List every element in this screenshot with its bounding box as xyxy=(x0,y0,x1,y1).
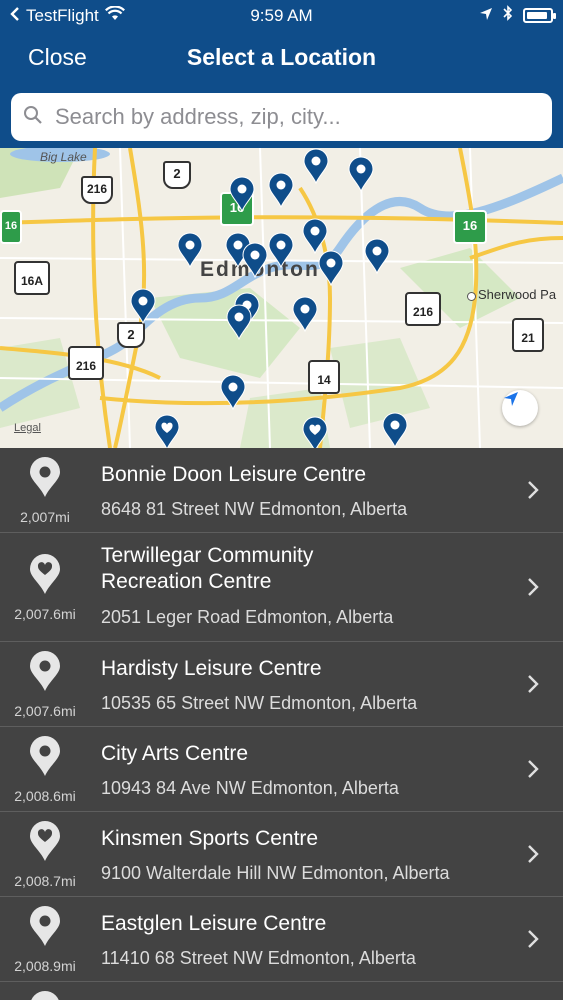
map-pin-icon[interactable] xyxy=(226,304,252,340)
search-bar[interactable] xyxy=(11,93,552,141)
map-pin-icon[interactable] xyxy=(364,238,390,274)
location-row[interactable]: 2,008.7mi Kinsmen Sports Centre 9100 Wal… xyxy=(0,812,563,897)
location-row[interactable]: 2,008.6mi City Arts Centre 10943 84 Ave … xyxy=(0,727,563,812)
highway-shield: 16 xyxy=(0,210,22,244)
map-pin-icon xyxy=(28,735,62,782)
location-address: 8648 81 Street NW Edmonton, Alberta xyxy=(101,499,408,519)
location-arrow-icon xyxy=(479,6,493,26)
highway-shield: 2 xyxy=(117,322,145,348)
location-name-line2: Recreation Centre xyxy=(101,570,272,593)
location-name: Kinsmen Sports Centre xyxy=(101,827,319,850)
location-address: 10943 84 Ave NW Edmonton, Alberta xyxy=(101,778,399,798)
location-name: Eastglen Leisure Centre xyxy=(101,912,327,935)
map-pin-icon[interactable] xyxy=(348,156,374,192)
heart-pin-icon xyxy=(28,553,62,600)
location-row[interactable]: 2,008.9mi Eastglen Leisure Centre 11410 … xyxy=(0,897,563,982)
chevron-right-icon xyxy=(527,577,539,602)
location-arrow-icon xyxy=(504,392,518,406)
battery-icon xyxy=(523,8,556,23)
map-heart-pin-icon[interactable] xyxy=(154,414,180,448)
location-row[interactable]: 2,007mi Bonnie Doon Leisure Centre 8648 … xyxy=(0,448,563,533)
highway-shield: 2 xyxy=(163,161,191,189)
map-pin-icon[interactable] xyxy=(318,250,344,286)
distance-label: 2,008.9mi xyxy=(14,957,76,974)
map-pin-icon[interactable] xyxy=(292,296,318,332)
location-name: City Arts Centre xyxy=(101,742,249,765)
map-view[interactable]: Big Lake Edmonton Sherwood Pa Legal 216 … xyxy=(0,148,563,448)
map-pin-icon[interactable] xyxy=(242,242,268,278)
location-row[interactable]: 2,007.6mi Hardisty Leisure Centre 10535 … xyxy=(0,642,563,727)
page-title: Select a Location xyxy=(186,44,377,70)
map-pin-icon xyxy=(28,650,62,697)
legal-link[interactable]: Legal xyxy=(14,422,41,434)
highway-shield: 216 xyxy=(81,176,113,204)
chevron-right-icon xyxy=(527,929,539,954)
map-heart-pin-icon[interactable] xyxy=(302,416,328,448)
chevron-right-icon xyxy=(527,844,539,869)
highway-shield: 16 xyxy=(453,210,487,244)
location-address: 9100 Walterdale Hill NW Edmonton, Albert… xyxy=(101,863,450,883)
map-label-big-lake: Big Lake xyxy=(40,150,87,164)
map-pin-icon[interactable] xyxy=(130,288,156,324)
location-name: Terwillegar Community Recreation Centre xyxy=(101,543,313,595)
distance-label: 2,008.6mi xyxy=(14,787,76,804)
distance-label: 2,008.7mi xyxy=(14,872,76,889)
chevron-right-icon xyxy=(527,759,539,784)
heart-pin-icon xyxy=(28,820,62,867)
search-input[interactable] xyxy=(53,103,527,131)
map-pin-icon[interactable] xyxy=(303,148,329,184)
map-pin-icon[interactable] xyxy=(229,176,255,212)
map-point-icon xyxy=(467,292,476,301)
chevron-right-icon xyxy=(527,480,539,505)
location-address: 11410 68 Street NW Edmonton, Alberta xyxy=(101,948,416,968)
distance-label: 2,007.6mi xyxy=(14,702,76,719)
distance-label: 2,007.6mi xyxy=(14,605,76,622)
map-pin-icon[interactable] xyxy=(302,218,328,254)
map-pin-icon[interactable] xyxy=(382,412,408,448)
map-pin-icon[interactable] xyxy=(220,374,246,410)
highway-shield: 21 xyxy=(512,318,544,352)
status-bar: TestFlight 9:59 AM xyxy=(0,0,563,30)
map-pin-icon[interactable] xyxy=(177,232,203,268)
map-pin-icon xyxy=(28,456,62,503)
current-location-button[interactable] xyxy=(502,390,538,426)
search-icon xyxy=(23,105,43,130)
location-list[interactable]: 2,007mi Bonnie Doon Leisure Centre 8648 … xyxy=(0,448,563,1000)
map-pin-icon[interactable] xyxy=(268,232,294,268)
highway-shield: 14 xyxy=(308,360,340,394)
location-address: 10535 65 Street NW Edmonton, Alberta xyxy=(101,693,418,713)
highway-shield: 216 xyxy=(405,292,441,326)
map-pin-icon xyxy=(28,990,62,1000)
nav-bar: Close Select a Location xyxy=(0,38,563,78)
location-row[interactable]: 2,007.6mi Terwillegar Community Recreati… xyxy=(0,533,563,642)
map-label-sherwood: Sherwood Pa xyxy=(478,287,557,302)
map-pin-icon[interactable] xyxy=(268,172,294,208)
distance-label: 2,007mi xyxy=(20,508,70,525)
chevron-right-icon xyxy=(527,674,539,699)
location-name: Bonnie Doon Leisure Centre xyxy=(101,463,367,486)
location-address: 2051 Leger Road Edmonton, Alberta xyxy=(101,607,394,627)
location-name: Hardisty Leisure Centre xyxy=(101,657,322,680)
location-name-line1: Terwillegar Community xyxy=(101,544,314,567)
highway-shield: 16A xyxy=(14,261,50,295)
header: TestFlight 9:59 AM Close Select a Locati… xyxy=(0,0,563,148)
highway-shield: 216 xyxy=(68,346,104,380)
map-pin-icon xyxy=(28,905,62,952)
location-row-partial[interactable] xyxy=(0,982,563,1000)
bluetooth-icon xyxy=(503,5,513,26)
